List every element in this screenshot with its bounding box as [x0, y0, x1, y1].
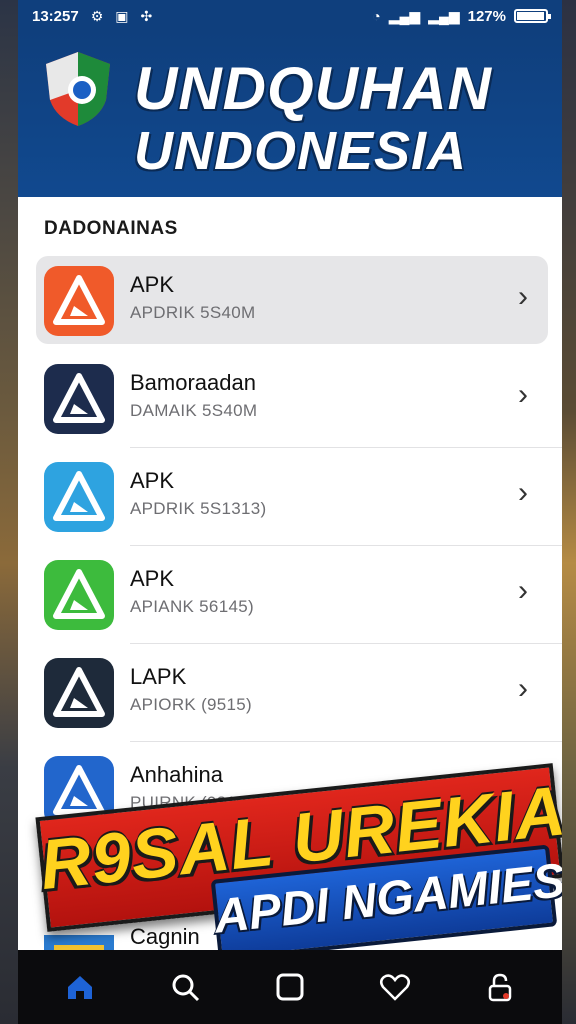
app-icon-orange: [44, 266, 114, 336]
app-icon-green: [44, 560, 114, 630]
home-icon: [68, 976, 93, 999]
nav-home-button[interactable]: [55, 962, 105, 1012]
app-text: Bamoraadan DAMAIK 5S40M: [130, 370, 257, 421]
nav-square-button[interactable]: [265, 962, 315, 1012]
signal-icon: ▂▄▆: [388, 7, 421, 24]
list-item[interactable]: APK APIANK 56145) ›: [18, 546, 562, 644]
signal-icon-2: ▂▄▆: [428, 7, 460, 24]
shield-logo-icon: [46, 52, 110, 126]
sync-status-icon: ✣: [140, 7, 153, 24]
battery-text: 127%: [467, 7, 506, 25]
chevron-right-icon: ›: [518, 672, 528, 705]
lock-icon: [488, 973, 511, 1002]
app-subtitle: DAMAIK 5S40M: [130, 401, 258, 420]
app-title-line1: UNDQUHAN: [134, 55, 492, 122]
app-icon-navy: [44, 364, 114, 434]
nav-favorites-button[interactable]: [370, 962, 420, 1012]
partial-app-title: Cagnin: [130, 924, 200, 949]
list-item[interactable]: Bamoraadan DAMAIK 5S40M ›: [18, 350, 562, 448]
app-subtitle: APDRIK 5S1313): [130, 499, 267, 518]
nav-lock-button[interactable]: [475, 962, 525, 1012]
app-title: APK: [130, 566, 175, 591]
app-title: APK: [130, 468, 175, 493]
bottom-navigation: [18, 950, 562, 1024]
notification-status-icon: ▣: [115, 7, 129, 24]
section-label: DADONAINAS: [44, 218, 178, 239]
app-text: APK APDRIK 5S1313): [130, 468, 267, 519]
chevron-right-icon: ›: [518, 378, 528, 411]
list-item[interactable]: LAPK APIORK (9515) ›: [18, 644, 562, 742]
app-subtitle: APDRIK 5S40M: [130, 303, 256, 322]
list-item[interactable]: APK APDRIK 5S1313) ›: [18, 448, 562, 546]
chevron-right-icon: ›: [518, 476, 528, 509]
app-text: APK APDRIK 5S40M: [130, 272, 255, 323]
square-icon: [276, 973, 304, 1001]
app-icon-blue: [44, 462, 114, 532]
app-icon-dark: [44, 658, 114, 728]
chevron-right-icon: ›: [518, 280, 528, 313]
app-list: APK APDRIK 5S40M › Bamoraadan DAMAIK 5S40M › A…: [18, 252, 562, 840]
list-item[interactable]: APK APDRIK 5S40M ›: [18, 252, 562, 350]
app-subtitle: APIANK 56145): [130, 597, 254, 616]
status-bar: 13:257 ⚙ ▣ ✣ ◔ ▂▄▆ ▂▄▆ 127%: [18, 0, 562, 32]
app-text: APK APIANK 56145): [130, 566, 254, 617]
settings-status-icon: ⚙: [90, 7, 104, 24]
app-subtitle: APIORK (9515): [130, 695, 253, 714]
app-title: Bamoraadan: [130, 370, 256, 395]
battery-icon: [514, 9, 551, 23]
app-title-line2: UNDONESIA: [134, 121, 468, 181]
chevron-right-icon: ›: [518, 574, 528, 607]
nav-search-button[interactable]: [160, 962, 210, 1012]
app-title: LAPK: [130, 664, 187, 689]
status-time: 13:257: [32, 7, 79, 25]
app-title: Anhahina: [130, 762, 223, 787]
search-icon: [172, 974, 200, 1002]
app-header: UNDQUHAN UNDONESIA: [18, 32, 562, 197]
heart-icon: [379, 974, 410, 1001]
app-title: APK: [130, 272, 175, 297]
app-text: LAPK APIORK (9515): [130, 664, 252, 715]
wifi-icon: ◔: [372, 8, 381, 24]
phone-screen: 13:257 ⚙ ▣ ✣ ◔ ▂▄▆ ▂▄▆ 127% UNDQUHAN UND…: [18, 0, 562, 1024]
